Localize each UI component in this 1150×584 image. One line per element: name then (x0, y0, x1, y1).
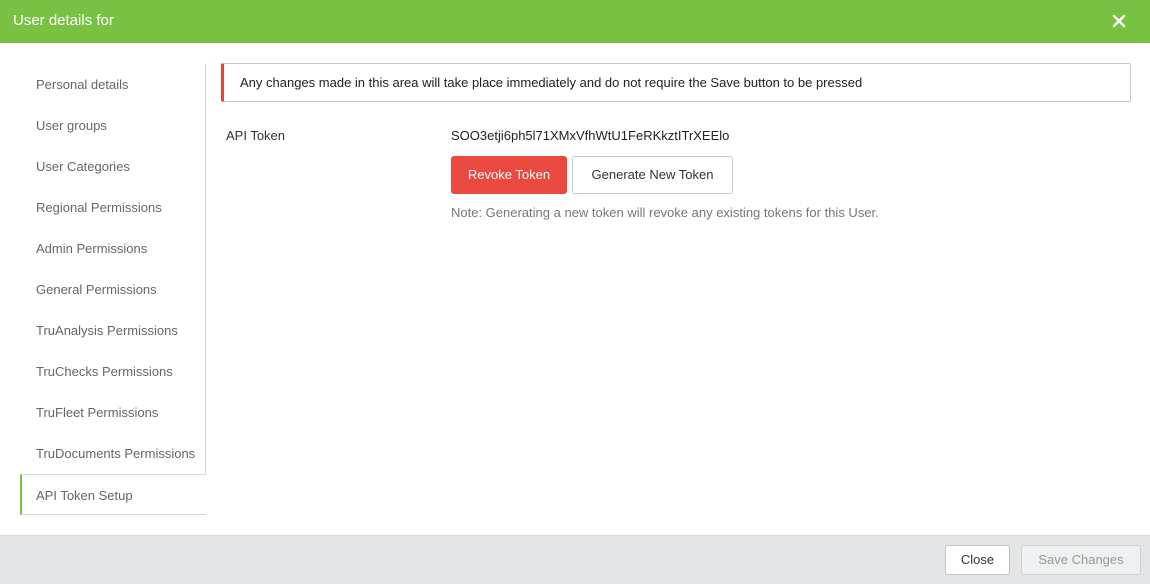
sidebar-item-label: TruFleet Permissions (36, 405, 159, 420)
sidebar-item-admin-permissions[interactable]: Admin Permissions (20, 228, 206, 269)
sidebar-item-truchecks-permissions[interactable]: TruChecks Permissions (20, 351, 206, 392)
sidebar-item-api-token-setup[interactable]: API Token Setup (20, 474, 206, 515)
sidebar-item-label: API Token Setup (36, 488, 133, 503)
sidebar-item-label: User Categories (36, 159, 130, 174)
sidebar-item-personal-details[interactable]: Personal details (20, 64, 206, 105)
sidebar-item-label: TruDocuments Permissions (36, 446, 196, 461)
sidebar-item-trudocuments-permissions[interactable]: TruDocuments Permissions (20, 433, 206, 474)
sidebar-item-user-groups[interactable]: User groups (20, 105, 206, 146)
save-changes-button[interactable]: Save Changes (1021, 545, 1141, 575)
sidebar-item-label: General Permissions (36, 282, 157, 297)
api-token-label: API Token (226, 128, 286, 143)
token-note: Note: Generating a new token will revoke… (451, 205, 879, 220)
sidebar-item-label: Personal details (36, 77, 129, 92)
sidebar-item-label: Regional Permissions (36, 200, 162, 215)
sidebar-item-truanalysis-permissions[interactable]: TruAnalysis Permissions (20, 310, 206, 351)
generate-token-button[interactable]: Generate New Token (572, 156, 733, 194)
close-icon[interactable] (1109, 11, 1129, 31)
sidebar-item-label: TruChecks Permissions (36, 364, 173, 379)
sidebar-item-general-permissions[interactable]: General Permissions (20, 269, 206, 310)
info-alert: Any changes made in this area will take … (221, 63, 1131, 102)
modal-title: User details for (13, 12, 114, 29)
revoke-token-button[interactable]: Revoke Token (451, 156, 567, 194)
alert-text: Any changes made in this area will take … (240, 75, 863, 90)
sidebar-item-regional-permissions[interactable]: Regional Permissions (20, 187, 206, 228)
sidebar-item-label: TruAnalysis Permissions (36, 323, 178, 338)
sidebar-item-label: Admin Permissions (36, 241, 148, 256)
modal-footer: Close Save Changes (0, 535, 1150, 584)
sidebar-item-trufleet-permissions[interactable]: TruFleet Permissions (20, 392, 206, 433)
sidebar-item-user-categories[interactable]: User Categories (20, 146, 206, 187)
close-button[interactable]: Close (945, 545, 1010, 575)
modal-header: User details for (0, 0, 1150, 43)
api-token-value: SOO3etji6ph5l71XMxVfhWtU1FeRKkztITrXEElo (451, 128, 730, 143)
sidebar-item-label: User groups (36, 118, 107, 133)
